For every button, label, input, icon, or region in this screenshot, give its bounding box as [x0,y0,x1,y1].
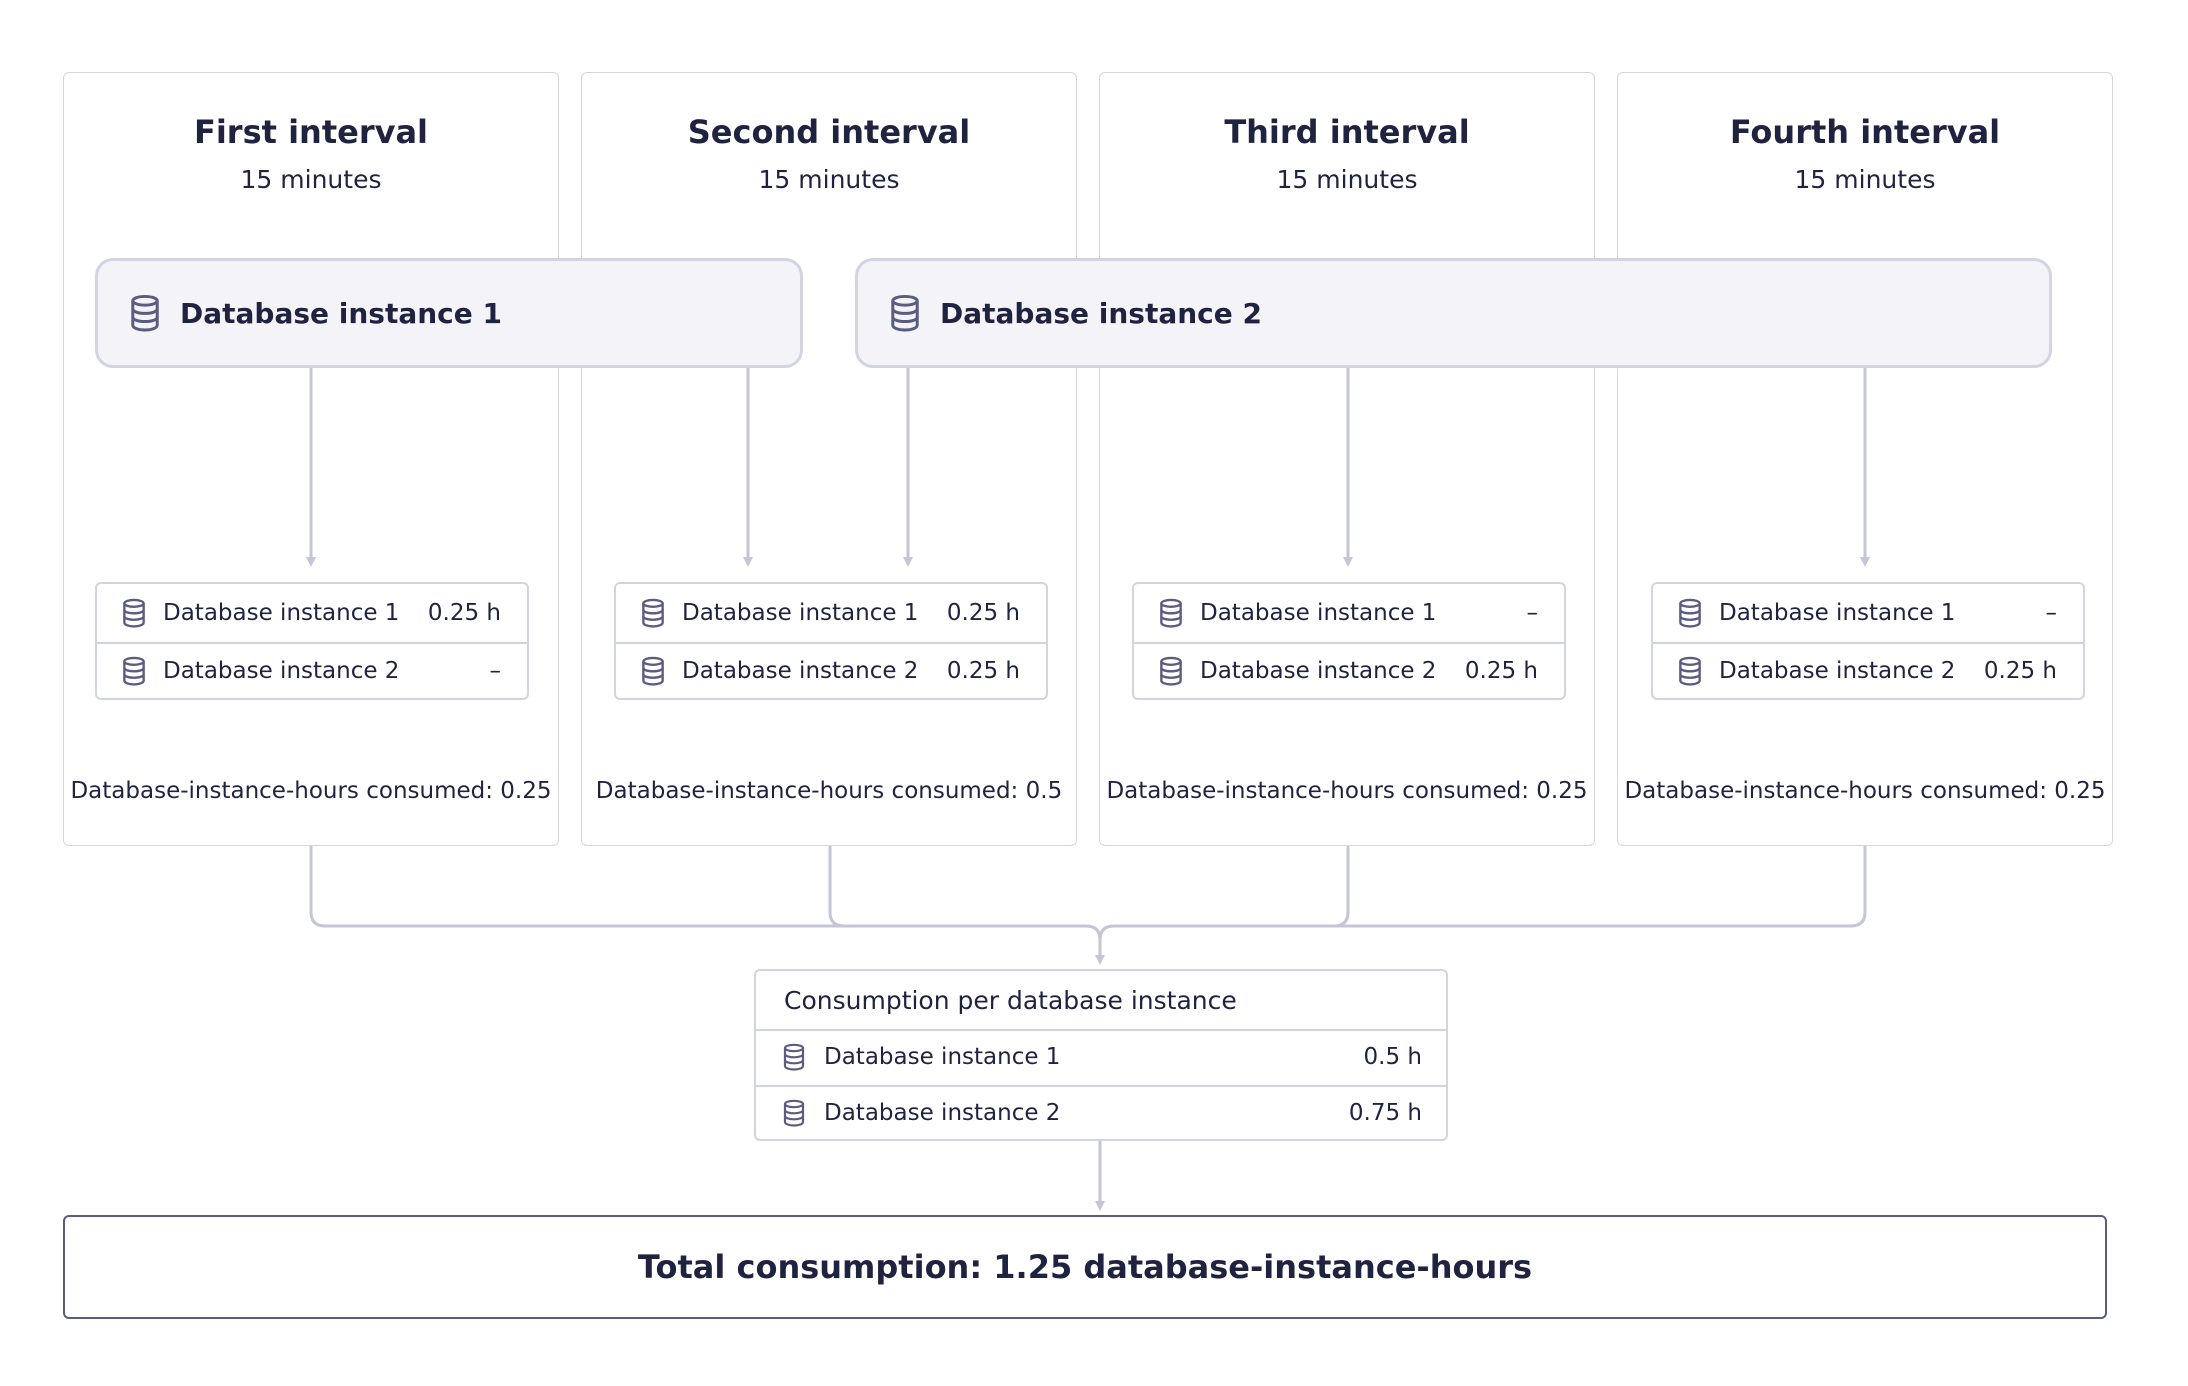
database-instance-label: Database instance 1 [180,296,502,330]
interval-table-1: Database instance 1 0.25 h Database inst… [95,582,529,700]
interval-duration: 15 minutes [1794,165,1936,194]
interval-consumed: Database-instance-hours consumed: 0.25 [70,778,552,804]
database-instance-2-bar: Database instance 2 [855,258,2052,368]
merge-line [309,846,1105,965]
database-icon [1160,598,1182,628]
interval-title: Third interval [1224,113,1470,151]
interval-table-3: Database instance 1 – Database instance … [1132,582,1566,700]
database-icon [123,656,145,686]
table-row: Database instance 1 0.25 h [97,584,527,644]
row-value: 0.5 h [1363,1044,1422,1070]
database-instance-1-bar: Database instance 1 [95,258,803,368]
database-icon [123,598,145,628]
interval-title: Fourth interval [1729,113,2001,151]
interval-duration: 15 minutes [758,165,900,194]
interval-duration: 15 minutes [240,165,382,194]
interval-consumed: Database-instance-hours consumed: 0.25 [1624,778,2106,804]
table-row: Database instance 1 0.5 h [756,1029,1446,1087]
interval-title: First interval [193,113,429,151]
interval-table-2: Database instance 1 0.25 h Database inst… [614,582,1048,700]
interval-column-3: Third interval 15 minutes [1099,72,1595,846]
row-value: 0.25 h [946,658,1020,684]
row-name: Database instance 1 [1200,600,1437,626]
consumption-summary-table: Consumption per database instance Databa… [754,969,1448,1141]
database-icon [891,294,919,332]
database-icon [1679,598,1701,628]
database-icon [1160,656,1182,686]
database-icon [642,656,664,686]
row-name: Database instance 2 [682,658,919,684]
table-row: Database instance 2 – [97,642,527,700]
row-name: Database instance 2 [163,658,400,684]
table-row: Database instance 2 0.25 h [616,642,1046,700]
table-row: Database instance 1 0.25 h [616,584,1046,644]
row-name: Database instance 2 [1719,658,1956,684]
row-name: Database instance 1 [163,600,400,626]
row-value: – [1526,600,1539,626]
interval-title: Second interval [687,113,971,151]
interval-table-4: Database instance 1 – Database instance … [1651,582,2085,700]
database-icon [783,1043,805,1071]
database-icon [642,598,664,628]
row-value: 0.25 h [946,600,1020,626]
database-instance-label: Database instance 2 [940,296,1262,330]
interval-column-2: Second interval 15 minutes [581,72,1077,846]
database-icon [131,294,159,332]
total-consumption: Total consumption: 1.25 database-instanc… [637,1248,1533,1286]
total-consumption-box: Total consumption: 1.25 database-instanc… [63,1215,2107,1319]
summary-header: Consumption per database instance [756,971,1446,1031]
row-value: 0.25 h [427,600,501,626]
row-name: Database instance 2 [1200,658,1437,684]
row-name: Database instance 1 [824,1044,1061,1070]
row-value: 0.75 h [1348,1100,1422,1126]
table-row: Database instance 2 0.75 h [756,1085,1446,1141]
row-value: – [2045,600,2058,626]
table-row: Database instance 1 – [1653,584,2083,644]
row-name: Database instance 1 [1719,600,1956,626]
interval-duration: 15 minutes [1276,165,1418,194]
database-icon [783,1099,805,1127]
summary-title: Consumption per database instance [784,985,1237,1015]
row-value: – [489,658,502,684]
table-row: Database instance 1 – [1134,584,1564,644]
interval-column-1: First interval 15 minutes [63,72,559,846]
table-row: Database instance 2 0.25 h [1134,642,1564,700]
table-row: Database instance 2 0.25 h [1653,642,2083,700]
interval-column-4: Fourth interval 15 minutes [1617,72,2113,846]
interval-consumed: Database-instance-hours consumed: 0.5 [595,778,1063,804]
database-icon [1679,656,1701,686]
row-name: Database instance 2 [824,1100,1061,1126]
row-value: 0.25 h [1464,658,1538,684]
row-name: Database instance 1 [682,600,919,626]
interval-consumed: Database-instance-hours consumed: 0.25 [1106,778,1588,804]
row-value: 0.25 h [1983,658,2057,684]
